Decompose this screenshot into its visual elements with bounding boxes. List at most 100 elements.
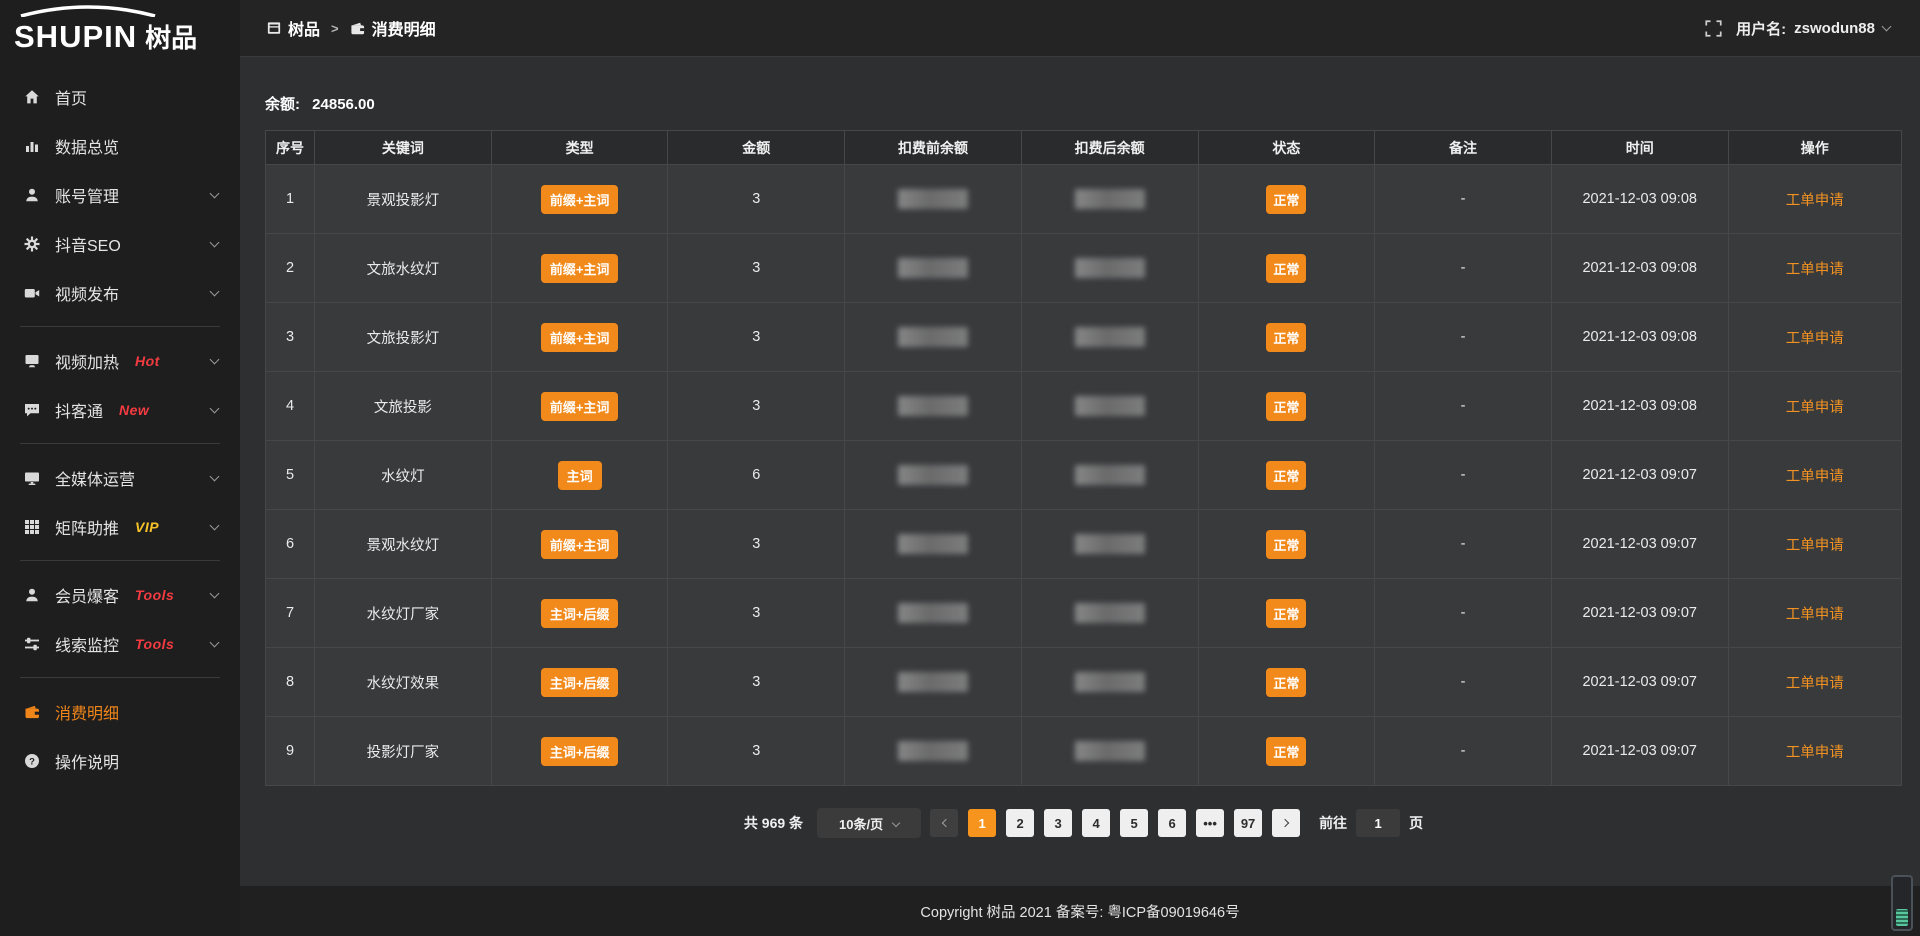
sidebar-item-member-baoke[interactable]: 会员爆客 Tools [0,570,240,619]
sidebar-item-video-publish[interactable]: 视频发布 [0,268,240,317]
status-badge: 正常 [1266,392,1306,421]
column-header: 时间 [1551,131,1728,165]
masked-value [898,396,968,416]
page-button-4[interactable]: 4 [1082,809,1110,837]
sidebar-item-home[interactable]: 首页 [0,72,240,121]
user-dropdown[interactable]: 用户名: zswodun88 [1736,18,1890,39]
scrollbar[interactable] [1891,875,1913,931]
masked-value [1075,327,1145,347]
ticket-request-link[interactable]: 工单申请 [1786,676,1844,692]
pagination: 共 969 条 10条/页 1 2 3 4 5 6 ••• 97 前往 页 [265,808,1902,838]
cell-keyword: 投影灯厂家 [315,717,492,786]
cell-amount: 3 [668,579,845,648]
sidebar-item-clue-monitoring[interactable]: 线索监控 Tools [0,619,240,668]
goto-page: 前往 页 [1319,809,1423,837]
cell-time: 2021-12-03 09:07 [1551,717,1728,786]
sidebar-item-matrix-boost[interactable]: 矩阵助推 VIP [0,502,240,551]
sidebar-item-data-overview[interactable]: 数据总览 [0,121,240,170]
ticket-request-link[interactable]: 工单申请 [1786,538,1844,554]
page-button-6[interactable]: 6 [1158,809,1186,837]
table-header-row: 序号 关键词 类型 金额 扣费前余额 扣费后余额 状态 备注 时间 操作 [266,131,1902,165]
sidebar-item-account-management[interactable]: 账号管理 [0,170,240,219]
table-row: 1 景观投影灯 前缀+主词 3 正常 - 2021-12-03 09:08 工单… [266,165,1902,234]
cell-keyword: 景观水纹灯 [315,510,492,579]
next-page-button[interactable] [1272,809,1300,837]
column-header: 扣费前余额 [845,131,1022,165]
monitor-icon [24,353,42,369]
ticket-request-link[interactable]: 工单申请 [1786,331,1844,347]
page-button-1[interactable]: 1 [968,809,996,837]
prev-page-button[interactable] [930,809,958,837]
masked-value [898,327,968,347]
masked-value [1075,741,1145,761]
column-header: 类型 [491,131,668,165]
cell-balance-before [845,441,1022,510]
sidebar-item-video-heating[interactable]: 视频加热 Hot [0,336,240,385]
breadcrumb-item-root[interactable]: 树品 [288,16,320,40]
masked-value [1075,258,1145,278]
masked-value [898,189,968,209]
sidebar-item-label: 会员爆客 [55,583,119,607]
bar-chart-icon [24,138,42,154]
masked-value [898,603,968,623]
cell-index: 5 [266,441,315,510]
ticket-request-link[interactable]: 工单申请 [1786,469,1844,485]
sidebar-item-douyin-seo[interactable]: 抖音SEO [0,219,240,268]
sidebar-item-all-media-operation[interactable]: 全媒体运营 [0,453,240,502]
cell-keyword: 水纹灯 [315,441,492,510]
cell-amount: 3 [668,234,845,303]
table-row: 5 水纹灯 主词 6 正常 - 2021-12-03 09:07 工单申请 [266,441,1902,510]
page-size-select[interactable]: 10条/页 [817,808,921,838]
fullscreen-icon[interactable] [1705,20,1722,37]
goto-page-input[interactable] [1356,809,1400,837]
ticket-request-link[interactable]: 工单申请 [1786,262,1844,278]
sidebar-item-douketong[interactable]: 抖客通 New [0,385,240,434]
cell-remark: - [1375,441,1552,510]
user-area: 用户名: zswodun88 [1705,18,1890,39]
chevron-down-icon [1882,22,1892,32]
chevron-down-icon [210,588,220,598]
wallet-icon [24,704,42,720]
status-badge: 正常 [1266,668,1306,697]
page-button-97[interactable]: 97 [1234,809,1262,837]
table-row: 7 水纹灯厂家 主词+后缀 3 正常 - 2021-12-03 09:07 工单… [266,579,1902,648]
ticket-request-link[interactable]: 工单申请 [1786,745,1844,761]
chevron-down-icon [210,354,220,364]
tools-badge: Tools [135,587,174,603]
sidebar-item-label: 视频发布 [55,281,119,305]
wallet-icon [350,21,365,36]
sidebar-item-consumption-details[interactable]: 消费明细 [0,687,240,736]
ticket-request-link[interactable]: 工单申请 [1786,193,1844,209]
ticket-request-link[interactable]: 工单申请 [1786,607,1844,623]
type-badge: 前缀+主词 [541,254,619,283]
total-count: 共 969 条 [744,813,803,833]
gear-icon [24,236,42,252]
status-badge: 正常 [1266,185,1306,214]
cell-balance-before [845,648,1022,717]
ticket-request-link[interactable]: 工单申请 [1786,400,1844,416]
scrollbar-thumb[interactable] [1896,909,1908,926]
breadcrumb-item-current: 消费明细 [372,16,436,40]
cell-action: 工单申请 [1728,165,1901,234]
cell-action: 工单申请 [1728,441,1901,510]
status-badge: 正常 [1266,323,1306,352]
type-badge: 主词+后缀 [541,668,619,697]
cell-index: 2 [266,234,315,303]
cell-balance-after [1021,717,1198,786]
masked-value [898,741,968,761]
copyright-text: Copyright 树品 2021 备案号: 粤ICP备09019646号 [920,901,1239,922]
page-button-3[interactable]: 3 [1044,809,1072,837]
cell-remark: - [1375,303,1552,372]
page-button-5[interactable]: 5 [1120,809,1148,837]
menu-divider [20,443,220,444]
more-pages-button[interactable]: ••• [1196,809,1224,837]
page-button-2[interactable]: 2 [1006,809,1034,837]
cell-balance-before [845,579,1022,648]
chevron-down-icon [210,188,220,198]
cell-balance-after [1021,165,1198,234]
cell-action: 工单申请 [1728,372,1901,441]
menu-divider [20,560,220,561]
sidebar-item-operation-guide[interactable]: ? 操作说明 [0,736,240,785]
cell-index: 6 [266,510,315,579]
cell-balance-before [845,165,1022,234]
